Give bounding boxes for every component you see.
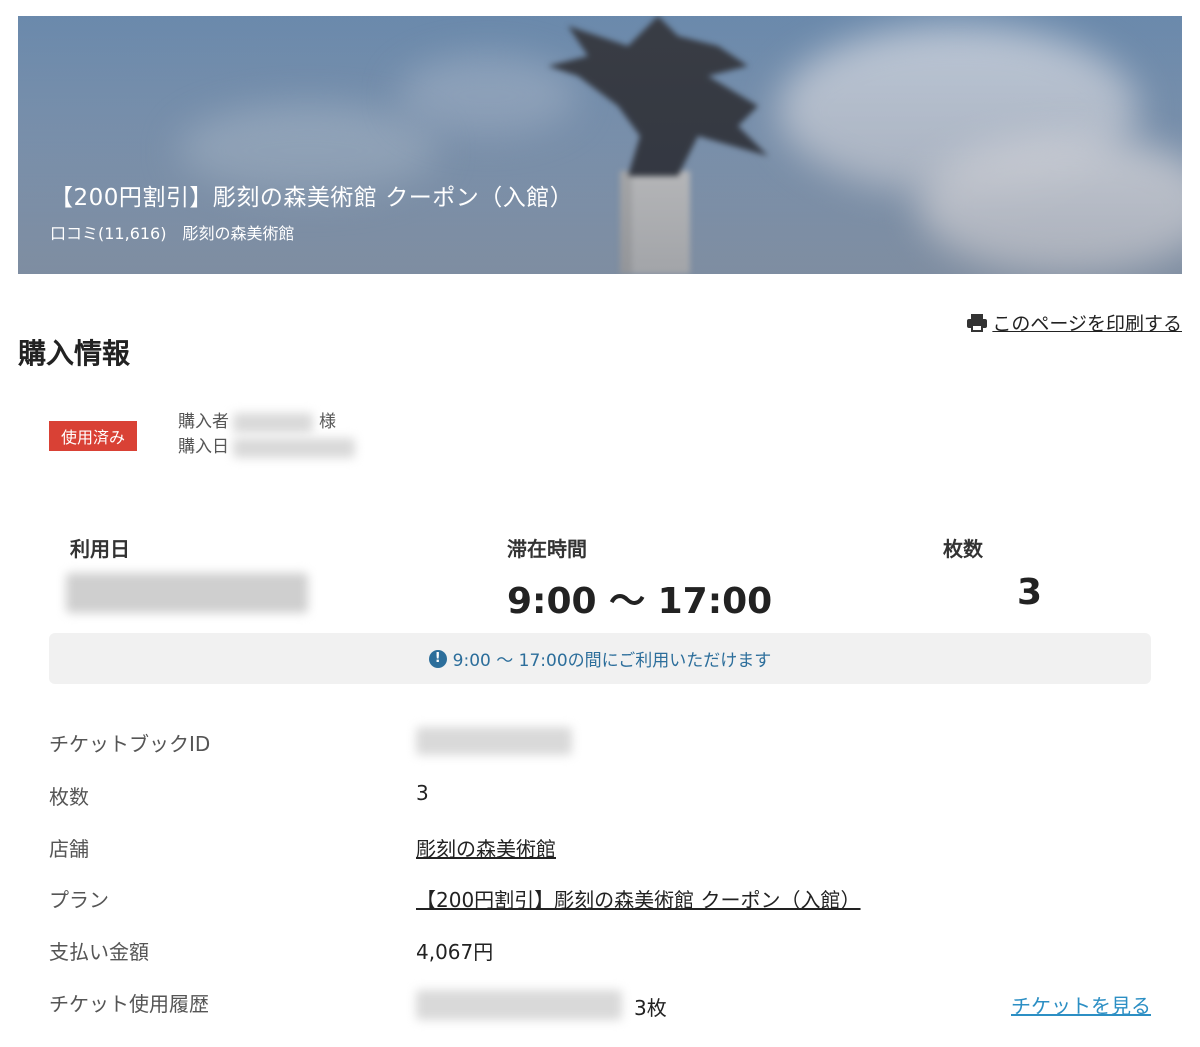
hero-banner: 【200円割引】彫刻の森美術館 クーポン（入館） 口コミ(11,616) 彫刻の森… bbox=[18, 16, 1182, 274]
ticketbook-id-label: チケットブックID bbox=[49, 732, 211, 756]
info-icon: ! bbox=[428, 649, 447, 668]
buyer-info: 購入者 様 購入日 bbox=[178, 410, 355, 460]
redacted-purchase-date bbox=[233, 437, 355, 458]
redacted-usage-date bbox=[416, 990, 622, 1020]
review-count-link[interactable]: 口コミ(11,616) bbox=[50, 224, 166, 243]
amount-label: 支払い金額 bbox=[49, 940, 149, 964]
stay-time-value: 9:00 〜 17:00 bbox=[507, 581, 773, 622]
redacted-buyer-name bbox=[233, 412, 313, 433]
usage-notice-text: 9:00 〜 17:00の間にご利用いただけます bbox=[452, 651, 772, 671]
stay-time-label: 滞在時間 bbox=[507, 537, 587, 561]
buyer-name-label: 購入者 bbox=[178, 412, 229, 432]
store-label: 店舗 bbox=[49, 837, 89, 861]
page-title: 購入情報 bbox=[18, 337, 131, 370]
usage-history-count: 3枚 bbox=[634, 996, 667, 1020]
use-date-label: 利用日 bbox=[70, 537, 130, 561]
count-value: 3 bbox=[416, 781, 429, 805]
venue-link[interactable]: 彫刻の森美術館 bbox=[182, 224, 294, 243]
buyer-honorific: 様 bbox=[319, 412, 336, 432]
hero-title: 【200円割引】彫刻の森美術館 クーポン（入館） bbox=[50, 185, 574, 211]
printer-icon bbox=[967, 313, 988, 332]
ticket-count-value: 3 bbox=[1017, 572, 1043, 613]
amount-value: 4,067円 bbox=[416, 940, 494, 964]
hero-subtitle: 口コミ(11,616) 彫刻の森美術館 bbox=[50, 220, 311, 244]
store-link[interactable]: 彫刻の森美術館 bbox=[416, 833, 556, 862]
usage-history-label: チケット使用履歴 bbox=[49, 992, 209, 1016]
print-label: このページを印刷する bbox=[992, 313, 1182, 335]
count-label: 枚数 bbox=[49, 785, 89, 809]
redacted-use-date bbox=[66, 573, 308, 613]
plan-link[interactable]: 【200円割引】彫刻の森美術館 クーポン（入館） bbox=[416, 884, 861, 913]
print-page-link[interactable]: このページを印刷する bbox=[966, 309, 1182, 336]
view-tickets-link[interactable]: チケットを見る bbox=[1011, 990, 1151, 1019]
status-badge: 使用済み bbox=[49, 421, 138, 451]
ticket-count-label: 枚数 bbox=[943, 537, 983, 561]
usage-notice: ! 9:00 〜 17:00の間にご利用いただけます bbox=[49, 633, 1151, 684]
purchase-date-label: 購入日 bbox=[178, 437, 229, 457]
redacted-ticketbook-id bbox=[416, 727, 572, 755]
plan-label: プラン bbox=[49, 888, 109, 912]
